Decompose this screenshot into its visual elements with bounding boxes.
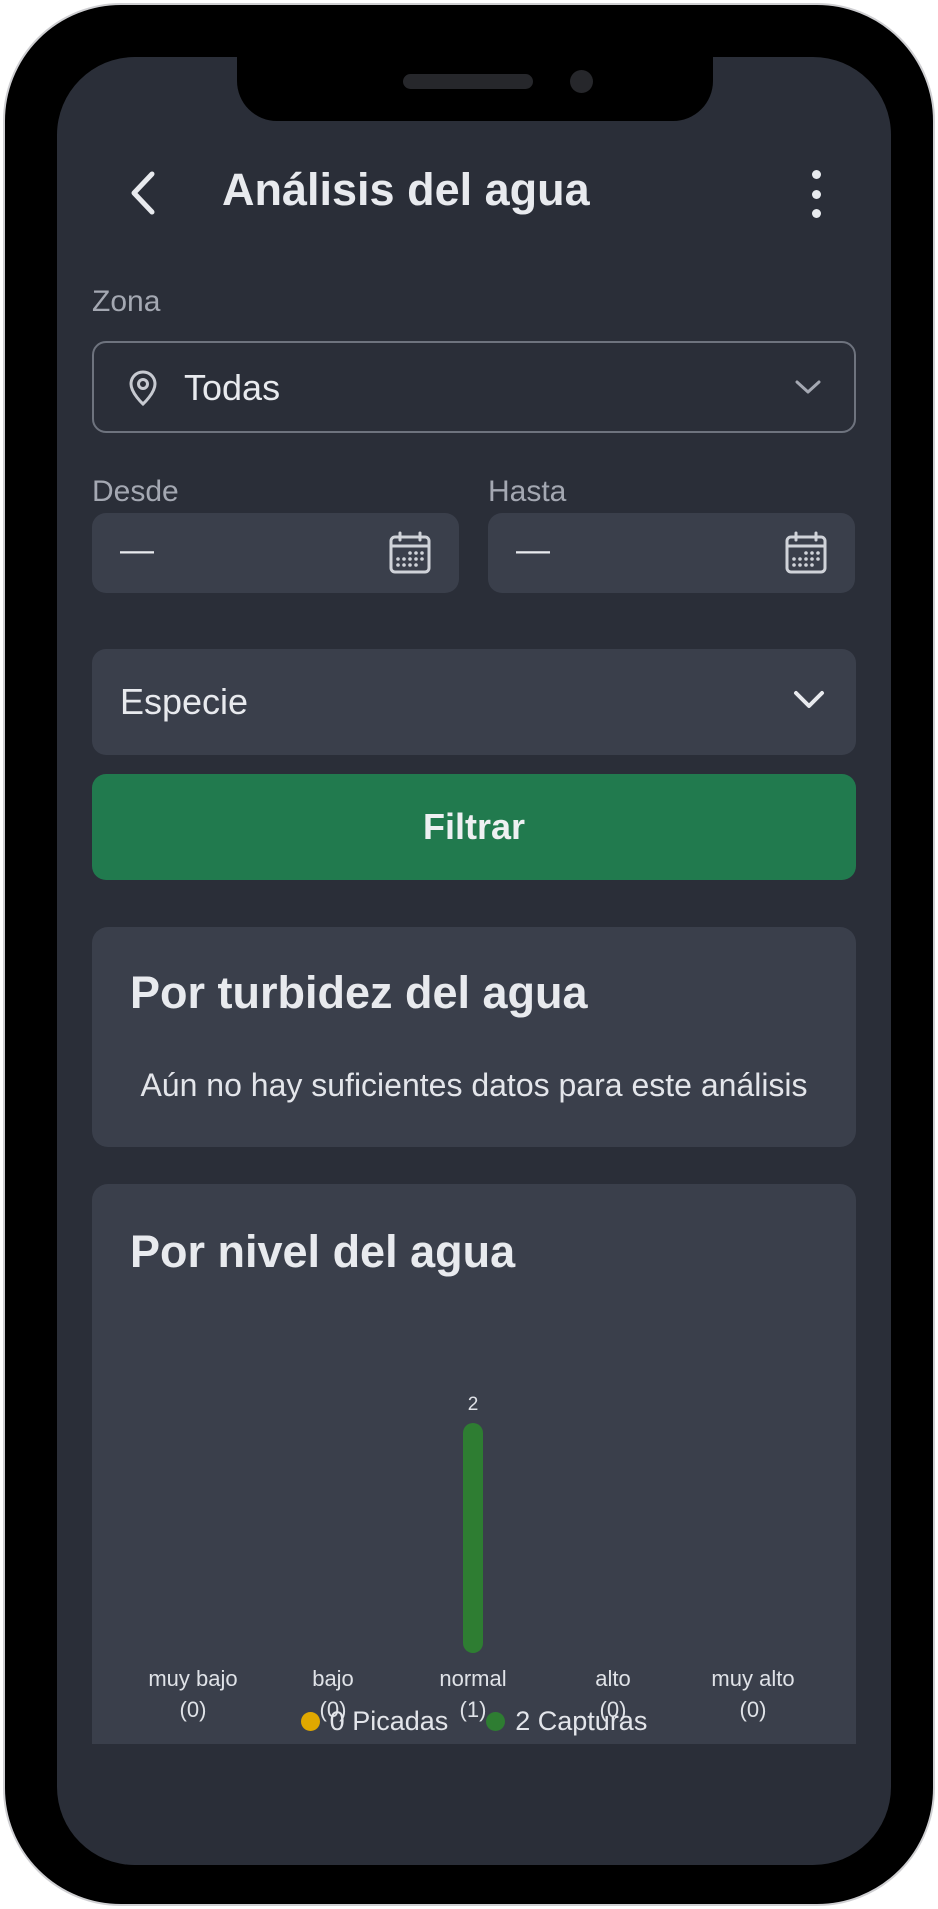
desde-label: Desde	[92, 475, 179, 508]
hasta-value: —	[516, 531, 550, 569]
speaker	[403, 74, 533, 89]
nivel-bar-chart: muy bajo (0) bajo (0) normal (1) 2 alto (0) muy a…	[92, 1184, 856, 1744]
category-name: bajo	[312, 1666, 354, 1691]
app-screen: Análisis del agua Zona Todas Desde Hasta…	[57, 57, 891, 1865]
chevron-down-icon	[795, 380, 821, 394]
legend-item-capturas[interactable]: 2 Capturas	[486, 1706, 647, 1737]
zona-value: Todas	[184, 367, 281, 408]
legend-item-picadas[interactable]: 0 Picadas	[300, 1706, 449, 1737]
nivel-card: Por nivel del agua muy bajo (0) bajo (0) nor…	[92, 1184, 856, 1744]
more-options-button[interactable]	[804, 170, 828, 218]
hasta-label: Hasta	[488, 475, 567, 508]
turbidez-card: Por turbidez del agua Aún no hay suficie…	[92, 927, 856, 1147]
category-name: normal	[439, 1666, 507, 1691]
especie-select[interactable]: Especie	[92, 649, 856, 755]
app-header: Análisis del agua	[92, 152, 856, 232]
chevron-left-icon	[131, 171, 155, 215]
chart-legend: 0 Picadas 2 Capturas	[92, 1706, 856, 1737]
desde-date-field[interactable]: —	[92, 513, 459, 593]
zona-select[interactable]: Todas	[92, 341, 856, 433]
filter-button[interactable]: Filtrar	[92, 774, 856, 880]
legend-label: 0 Picadas	[329, 1706, 449, 1736]
front-camera	[570, 70, 593, 93]
legend-label: 2 Capturas	[515, 1706, 648, 1736]
category-name: muy bajo	[148, 1666, 238, 1691]
hasta-date-field[interactable]: —	[488, 513, 855, 593]
turbidez-card-title: Por turbidez del agua	[130, 967, 588, 1018]
chevron-down-icon	[794, 691, 824, 708]
page-title: Análisis del agua	[222, 164, 590, 215]
phone-frame: Análisis del agua Zona Todas Desde Hasta…	[3, 3, 935, 1906]
chart-bar-capturas[interactable]	[463, 1423, 483, 1653]
turbidez-empty-message: Aún no hay suficientes datos para este a…	[140, 1067, 808, 1103]
bar-value-label: 2	[467, 1394, 479, 1415]
calendar-icon	[785, 531, 827, 574]
zona-label: Zona	[92, 285, 161, 318]
location-pin-icon	[129, 370, 157, 407]
legend-dot-icon	[486, 1712, 506, 1731]
calendar-icon	[389, 531, 431, 574]
legend-dot-icon	[300, 1712, 320, 1731]
back-button[interactable]	[120, 168, 166, 218]
desde-value: —	[120, 531, 154, 569]
notch	[237, 57, 713, 121]
category-name: muy alto	[711, 1666, 795, 1691]
category-name: alto	[595, 1666, 631, 1691]
more-vertical-icon	[811, 170, 821, 179]
especie-label: Especie	[120, 681, 249, 722]
